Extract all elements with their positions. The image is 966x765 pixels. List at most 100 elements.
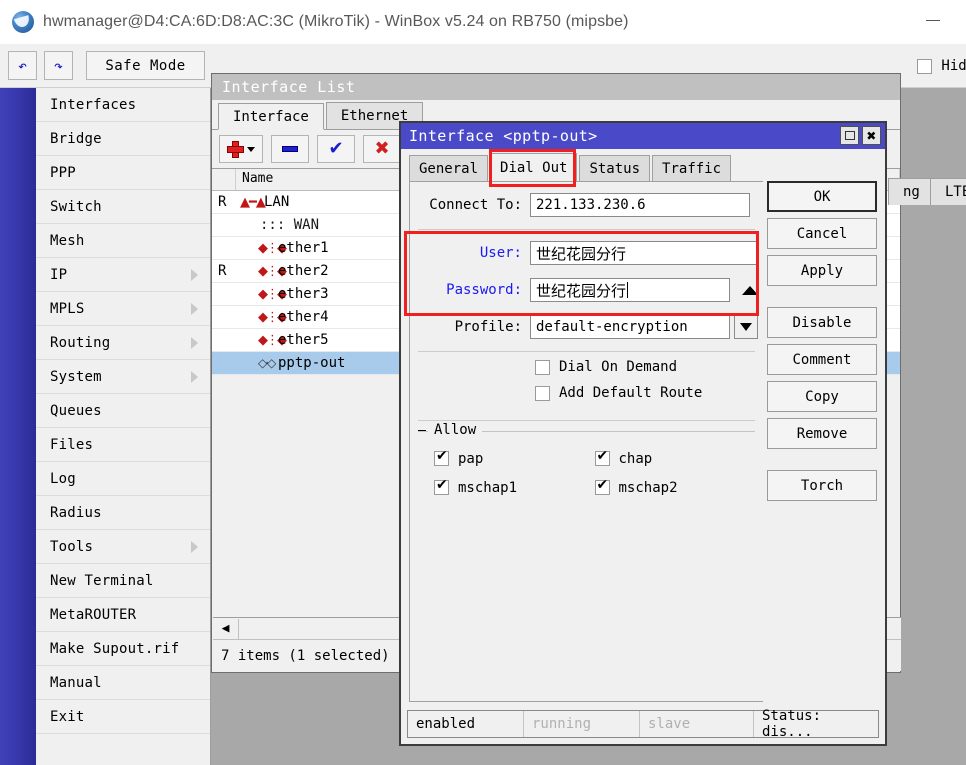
row-name: ether5 [278,332,329,348]
disable-button[interactable]: Disable [767,307,877,338]
sidebar-item-label: PPP [50,164,76,181]
allow-option-label: mschap1 [458,479,518,496]
safe-mode-button[interactable]: Safe Mode [86,51,205,80]
checkbox-label: Add Default Route [559,385,703,401]
sidebar-item-ppp[interactable]: PPP [36,156,210,190]
row-name-cell: ◆⋮◆ ether4 [236,309,426,325]
sidebar-item-log[interactable]: Log [36,462,210,496]
profile-input[interactable]: default-encryption [530,315,730,339]
minus-icon[interactable] [271,135,309,163]
sidebar-item-files[interactable]: Files [36,428,210,462]
minimize-icon[interactable] [922,14,944,28]
status-cell-enabled: enabled [408,711,524,737]
user-input[interactable]: 世纪花园分行 [530,241,758,265]
row-flag: R [218,194,227,210]
sidebar-item-bridge[interactable]: Bridge [36,122,210,156]
sidebar-item-make-supout-rif[interactable]: Make Supout.rif [36,632,210,666]
apply-button[interactable]: Apply [767,255,877,286]
chevron-down-icon[interactable] [734,315,758,339]
interface-list-tab-interface[interactable]: Interface [218,103,324,130]
triangle-up-icon[interactable] [742,285,758,295]
sidebar-item-manual[interactable]: Manual [36,666,210,700]
comment-button[interactable]: Comment [767,344,877,375]
checkbox-mschap1[interactable] [434,477,449,495]
sidebar-item-label: Bridge [50,130,102,147]
sidebar-item-new-terminal[interactable]: New Terminal [36,564,210,598]
checkbox-pap[interactable] [434,448,449,466]
ethernet-icon: ◆⋮◆ [258,263,287,279]
checkbox-chap[interactable] [594,448,610,466]
dialog-title: Interface <pptp-out> [409,127,598,145]
row-name-cell: ◇·◇ pptp-out [236,355,426,371]
sidebar-item-radius[interactable]: Radius [36,496,210,530]
dialog-tabs: General Dial Out Status Traffic [409,153,732,182]
allow-option-mschap1[interactable]: mschap1 [434,473,595,502]
column-header-blank[interactable] [212,169,236,190]
maximize-icon[interactable] [840,126,859,145]
sidebar-item-switch[interactable]: Switch [36,190,210,224]
row-comment: ::: WAN [260,217,320,233]
checkbox-mschap2[interactable] [594,477,610,495]
allow-option-mschap2[interactable]: mschap2 [594,473,756,502]
user-label: User: [479,245,522,261]
torch-button[interactable]: Torch [767,470,877,501]
ethernet-icon: ◆⋮◆ [258,240,287,256]
scroll-left-icon[interactable]: ◀ [213,618,239,639]
sidebar-item-interfaces[interactable]: Interfaces [36,88,210,122]
dialog-tab-traffic[interactable]: Traffic [652,155,732,182]
checkbox-row-add-default-route[interactable]: Add Default Route [410,380,763,406]
ok-button[interactable]: OK [767,181,877,212]
password-label: Password: [446,282,522,298]
hide-passwords-toggle[interactable]: Hide P [917,58,966,74]
checkbox-row-dial-on-demand[interactable]: Dial On Demand [410,354,763,380]
password-input[interactable]: 世纪花园分行 [530,278,730,302]
close-icon[interactable]: ✖ [862,126,881,145]
row-name: ether2 [278,263,329,279]
allow-legend: Allow [428,422,483,438]
allow-option-pap[interactable]: pap [434,444,595,473]
row-name: ether3 [278,286,329,302]
remove-button[interactable]: Remove [767,418,877,449]
sidebar-item-system[interactable]: System [36,360,210,394]
chevron-right-icon [191,269,198,281]
sidebar-item-label: MPLS [50,300,85,317]
status-cell-status-dis: Status: dis... [762,708,822,740]
checkbox-add-default-route[interactable] [535,385,550,401]
connect-to-input[interactable]: 221.133.230.6 [530,193,750,217]
checkbox-dial-on-demand[interactable] [535,359,550,375]
allow-option-chap[interactable]: chap [594,444,756,473]
sidebar-item-routing[interactable]: Routing [36,326,210,360]
sidebar-item-label: IP [50,266,68,283]
plus-icon[interactable] [219,135,263,163]
interface-list-tab-lte[interactable]: LTE [930,178,966,205]
sidebar-item-label: Manual [50,674,102,691]
connect-to-row: Connect To: 221.133.230.6 [410,191,763,219]
sidebar-item-label: Radius [50,504,102,521]
sidebar-item-label: Make Supout.rif [50,640,180,657]
sidebar-item-label: Queues [50,402,102,419]
chevron-right-icon [191,541,198,553]
column-header-name[interactable]: Name/ [236,169,426,190]
row-name-cell: ◆⋮◆ ether5 [236,332,426,348]
checkmark-icon[interactable]: ✔ [317,135,355,163]
cross-icon[interactable]: ✖ [363,135,401,163]
sidebar-item-tools[interactable]: Tools [36,530,210,564]
dialog-tab-dial-out[interactable]: Dial Out [490,153,578,182]
sidebar-item-metarouter[interactable]: MetaROUTER [36,598,210,632]
copy-button[interactable]: Copy [767,381,877,412]
row-name: LAN [264,194,290,210]
sidebar-item-ip[interactable]: IP [36,258,210,292]
dialog-tab-status[interactable]: Status [579,155,651,182]
status-cell-slave: slave [640,711,754,737]
undo-arrow-icon[interactable]: ↶ [8,51,37,80]
sidebar-item-mesh[interactable]: Mesh [36,224,210,258]
cancel-button[interactable]: Cancel [767,218,877,249]
interface-list-tab-ng[interactable]: ng [888,178,935,205]
sidebar-item-queues[interactable]: Queues [36,394,210,428]
dialog-tab-general[interactable]: General [409,155,489,182]
sidebar-item-exit[interactable]: Exit [36,700,210,734]
hide-passwords-checkbox[interactable] [917,58,933,74]
redo-arrow-icon[interactable]: ↷ [44,51,73,80]
row-name: ether1 [278,240,329,256]
sidebar-item-mpls[interactable]: MPLS [36,292,210,326]
